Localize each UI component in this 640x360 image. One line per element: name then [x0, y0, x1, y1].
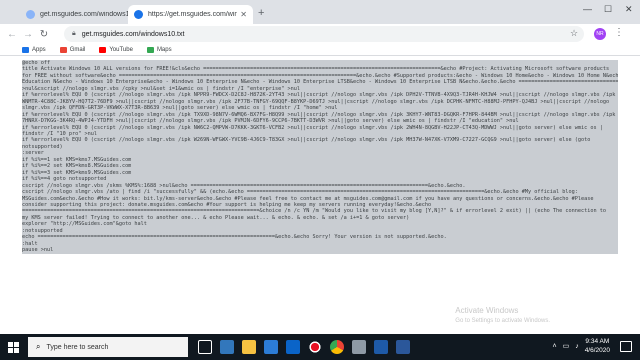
pinned-apps [198, 340, 410, 354]
url-text[interactable]: get.msguides.com/windows10.txt [82, 31, 185, 38]
new-tab-button[interactable]: + [258, 7, 264, 19]
close-window-button[interactable]: ✕ [625, 4, 633, 15]
more-menu-icon[interactable]: ⋮ [614, 27, 624, 38]
bookmark-apps[interactable]: Apps [22, 46, 46, 53]
chevron-up-icon[interactable]: ˄ [552, 343, 556, 350]
forward-arrow-icon[interactable]: → [20, 29, 36, 40]
youtube-icon [99, 46, 107, 53]
task-view-icon[interactable] [198, 340, 212, 354]
address-bar[interactable]: 🔒︎ get.msguides.com/windows10.txt [64, 26, 584, 42]
clock[interactable]: 9:34 AM 4/6/2020 [585, 337, 610, 355]
page-favicon-icon [134, 10, 143, 19]
back-arrow-icon[interactable]: ← [4, 29, 20, 40]
system-tray: ˄ ▭ ♪ 9:34 AM 4/6/2020 [552, 337, 610, 355]
windows-logo-icon [7, 341, 19, 353]
reload-icon[interactable]: ↻ [36, 29, 52, 40]
maps-icon [146, 46, 154, 53]
page-favicon-icon [26, 10, 35, 19]
mail-icon[interactable] [286, 340, 300, 354]
document-line: Education N&echo - Windows 10 Enterprise… [22, 79, 618, 86]
record-app-icon[interactable] [308, 340, 322, 354]
bookmark-label: Gmail [69, 46, 86, 53]
word-icon[interactable] [396, 340, 410, 354]
store-icon[interactable] [264, 340, 278, 354]
taskbar: ⌕ Type here to search ˄ ▭ ♪ 9:34 AM 4/6/… [0, 334, 640, 360]
edge-icon[interactable] [220, 340, 234, 354]
clock-time: 9:34 AM [585, 338, 610, 345]
text-document[interactable]: @echo off title Activate Windows 10 ALL v… [0, 57, 640, 334]
bookmark-label: YouTube [109, 46, 133, 53]
tab-title: https://get.msguides.com/wind [148, 11, 238, 18]
powershell-icon[interactable] [374, 340, 388, 354]
bookmark-youtube[interactable]: YouTube [99, 46, 133, 53]
bookmark-star-icon[interactable]: ☆ [570, 28, 578, 39]
bookmark-maps[interactable]: Maps [146, 46, 172, 53]
action-center-icon[interactable] [620, 341, 632, 352]
gmail-icon [59, 46, 67, 53]
document-line: title Activate Windows 10 ALL versions f… [22, 66, 618, 73]
settings-icon[interactable] [352, 340, 366, 354]
close-tab-icon[interactable]: ✕ [240, 10, 247, 19]
document-line: cscript //nologo slmgr.vbs /ato | find /… [22, 189, 618, 196]
tab-windows10-txt[interactable]: get.msguides.com/windows10.tx ✕ [20, 5, 145, 24]
start-button[interactable] [0, 334, 26, 360]
network-icon[interactable]: ▭ [563, 342, 570, 350]
search-icon: ⌕ [36, 342, 41, 351]
search-placeholder[interactable]: Type here to search [46, 344, 108, 351]
lock-icon[interactable]: 🔒︎ [72, 30, 76, 38]
tab-active[interactable]: https://get.msguides.com/wind ✕ [128, 5, 253, 24]
document-line: if %errorlevel% EQU 0 (cscript //nologo … [22, 92, 618, 99]
activate-windows-watermark: Activate Windows Go to Settings to activ… [455, 306, 550, 326]
bookmarks-bar: Apps Gmail YouTube Maps [0, 44, 640, 56]
watermark-subtitle: Go to Settings to activate Windows. [455, 318, 550, 324]
document-lines: @echo off title Activate Windows 10 ALL v… [22, 60, 618, 254]
taskbar-search-box[interactable]: ⌕ Type here to search [28, 337, 188, 357]
maximize-button[interactable]: ☐ [604, 4, 612, 15]
document-line: pause >nul [22, 247, 618, 254]
bookmark-label: Apps [32, 46, 46, 53]
watermark-title: Activate Windows [455, 306, 519, 315]
tab-strip: get.msguides.com/windows10.tx ✕ https://… [0, 0, 640, 24]
document-line: if %errorlevel% EQU 0 (cscript //nologo … [22, 124, 618, 131]
chrome-icon[interactable] [330, 340, 344, 354]
bookmark-gmail[interactable]: Gmail [59, 46, 86, 53]
document-line: ========================================… [22, 208, 618, 215]
minimize-button[interactable]: — [583, 4, 592, 14]
clock-date: 4/6/2020 [584, 347, 610, 354]
browser-toolbar: ← → ↻ 🔒︎ get.msguides.com/windows10.txt … [0, 24, 640, 44]
document-line: if %errorlevel% EQU 0 (cscript //nologo … [22, 137, 618, 144]
browser-window: get.msguides.com/windows10.tx ✕ https://… [0, 0, 640, 334]
file-explorer-icon[interactable] [242, 340, 256, 354]
profile-avatar[interactable]: NR [594, 28, 606, 40]
bookmark-label: Maps [156, 46, 172, 53]
volume-icon[interactable]: ♪ [575, 343, 579, 350]
tab-title: get.msguides.com/windows10.tx [40, 11, 130, 18]
apps-grid-icon [22, 46, 29, 53]
